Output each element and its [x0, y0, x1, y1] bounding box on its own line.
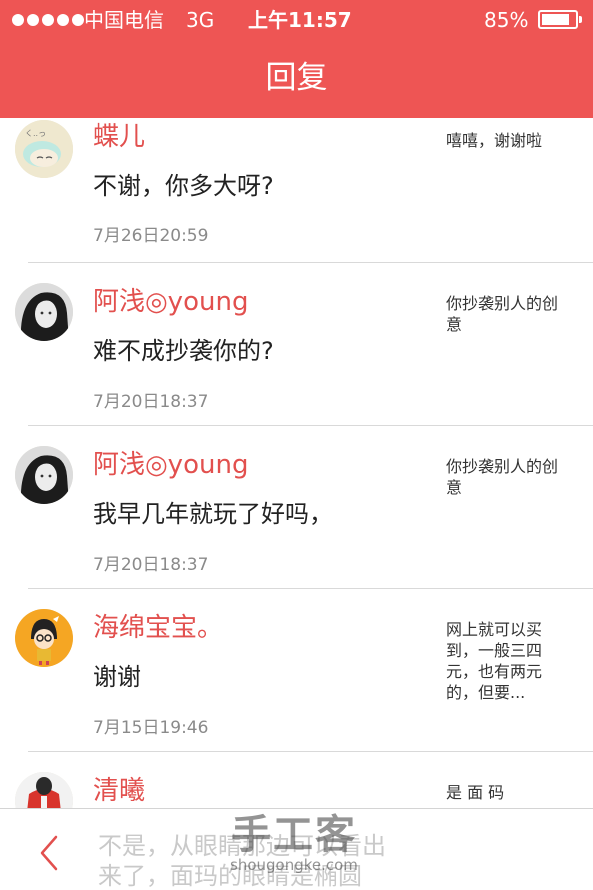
reply-message: 不谢，你多大呀?	[93, 172, 274, 200]
reply-item[interactable]: 海绵宝宝。 谢谢 7月15日19:46 网上就可以买到，一般三四元，也有两元的，…	[0, 589, 593, 752]
reply-time: 7月20日18:37	[93, 555, 209, 575]
quoted-comment[interactable]: 嘻嘻，谢谢啦	[446, 130, 562, 151]
reply-list[interactable]: く..っ 蝶儿 不谢，你多大呀? 7月26日20:59 嘻嘻，谢谢啦 阿浅◎yo…	[0, 118, 593, 808]
status-bar: 中国电信 3G 上午11:57 85%	[0, 0, 593, 40]
reply-author[interactable]: 清曦	[93, 774, 145, 808]
header: 中国电信 3G 上午11:57 85% 回复	[0, 0, 593, 118]
reply-author[interactable]: 蝶儿	[93, 120, 145, 154]
reply-time: 7月15日19:46	[93, 718, 209, 738]
cartoon-girl-avatar[interactable]	[15, 609, 73, 667]
anime-sleeping-avatar[interactable]: く..っ	[15, 120, 73, 178]
reply-author[interactable]: 阿浅◎young	[93, 448, 248, 482]
status-time: 上午11:57	[248, 8, 352, 32]
reply-time: 7月20日18:37	[93, 392, 209, 412]
carrier-label: 中国电信	[84, 8, 164, 32]
watermark-logo: 手工客	[230, 812, 357, 858]
battery-icon	[538, 10, 582, 29]
quoted-comment[interactable]: 是 面 码	[446, 782, 562, 803]
chevron-left-icon[interactable]	[36, 833, 66, 873]
reply-author[interactable]: 阿浅◎young	[93, 285, 248, 319]
girl-photo-avatar[interactable]	[15, 446, 73, 504]
signal-strength-icon	[12, 14, 84, 26]
page-title: 回复	[265, 60, 328, 96]
reply-item[interactable]: 阿浅◎young 难不成抄袭你的? 7月20日18:37 你抄袭别人的创意	[0, 263, 593, 426]
red-coat-avatar[interactable]	[15, 772, 73, 808]
battery-percentage: 85%	[484, 8, 529, 32]
reply-message: 我早几年就玩了好吗，	[93, 500, 333, 528]
quoted-comment[interactable]: 你抄袭别人的创意	[446, 456, 562, 498]
reply-author[interactable]: 海绵宝宝。	[93, 611, 223, 645]
reply-item[interactable]: 阿浅◎young 我早几年就玩了好吗， 7月20日18:37 你抄袭别人的创意	[0, 426, 593, 589]
reply-message: 谢谢	[93, 663, 141, 691]
network-type: 3G	[186, 8, 215, 32]
watermark-url: shougongke.com	[230, 856, 358, 874]
girl-photo-avatar[interactable]	[15, 283, 73, 341]
quoted-comment[interactable]: 网上就可以买到，一般三四元，也有两元的，但要...	[446, 619, 562, 703]
reply-item[interactable]: 清曦 是 面 码	[0, 752, 593, 808]
reply-item[interactable]: く..っ 蝶儿 不谢，你多大呀? 7月26日20:59 嘻嘻，谢谢啦	[0, 118, 593, 263]
quoted-comment[interactable]: 你抄袭别人的创意	[446, 293, 562, 335]
watermark: 手工客 shougongke.com	[230, 812, 358, 874]
svg-text:く..っ: く..っ	[25, 129, 46, 138]
reply-time: 7月26日20:59	[93, 226, 209, 246]
reply-message: 难不成抄袭你的?	[93, 337, 274, 365]
